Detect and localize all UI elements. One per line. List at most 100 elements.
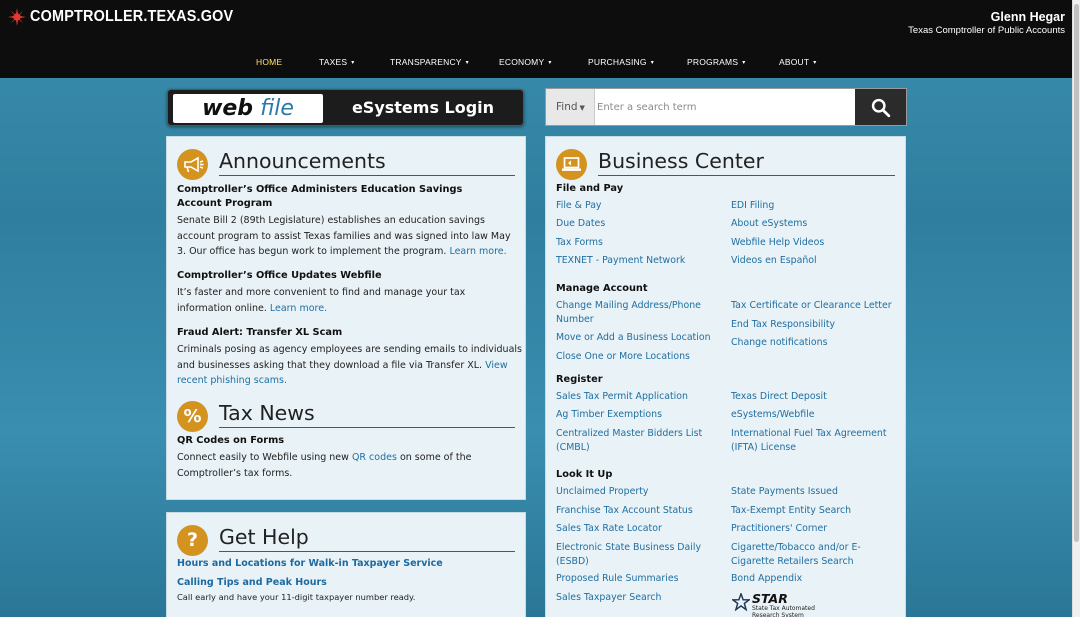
official-name: Glenn Hegar <box>990 10 1065 24</box>
scrollbar-thumb[interactable] <box>1074 4 1079 542</box>
esystems-webfile-link[interactable]: eSystems/Webfile <box>731 408 815 422</box>
search-input[interactable] <box>597 95 847 119</box>
nav-economy[interactable]: ECONOMY ▾ <box>499 57 552 67</box>
close-locations-link[interactable]: Close One or More Locations <box>556 350 690 364</box>
question-icon: ? <box>177 525 208 556</box>
cigarette-retailers-search-link[interactable]: Cigarette/Tobacco and/or E-Cigarette Ret… <box>731 541 881 568</box>
search-icon <box>871 98 891 118</box>
practitioners-corner-link[interactable]: Practitioners' Corner <box>731 522 827 536</box>
sales-taxpayer-search-link[interactable]: Sales Taxpayer Search <box>556 591 661 605</box>
announcements-panel: Announcements Comptroller’s Office Admin… <box>166 136 526 500</box>
star-research-system-link[interactable]: STAR State Tax Automated Research System <box>732 591 842 617</box>
announcements-header: Announcements <box>177 147 515 180</box>
laptop-icon <box>556 149 587 180</box>
sales-tax-permit-link[interactable]: Sales Tax Permit Application <box>556 390 688 404</box>
business-center-title: Business Center <box>598 149 764 173</box>
announcements-title: Announcements <box>219 149 386 173</box>
webfile-help-videos-link[interactable]: Webfile Help Videos <box>731 236 824 250</box>
nav-home[interactable]: HOME <box>256 57 282 67</box>
announcement-heading: Comptroller’s Office Administers Educati… <box>177 184 463 209</box>
texas-direct-deposit-link[interactable]: Texas Direct Deposit <box>731 390 827 404</box>
search-scope-dropdown[interactable]: Find ▼ <box>546 89 595 125</box>
tax-certificate-link[interactable]: Tax Certificate or Clearance Letter <box>731 299 892 313</box>
webfile-esystems-login-button[interactable]: web file eSystems Login <box>167 89 524 126</box>
nav-transparency-label: TRANSPARENCY <box>390 57 462 67</box>
caret-down-icon: ▾ <box>650 60 654 66</box>
title-rule <box>219 427 515 428</box>
caret-down-icon: ▾ <box>465 60 469 66</box>
nav-programs-label: PROGRAMS <box>687 57 739 67</box>
tax-news-body: Connect easily to Webfile using new QR c… <box>177 450 522 481</box>
get-help-panel: ? Get Help Hours and Locations for Walk-… <box>166 512 526 617</box>
caret-down-icon: ▾ <box>351 60 355 66</box>
announcement-heading: Fraud Alert: Transfer XL Scam <box>177 327 343 338</box>
business-center-header: Business Center <box>556 147 895 180</box>
get-help-note: Call early and have your 11-digit taxpay… <box>177 592 416 602</box>
manage-account-heading: Manage Account <box>556 283 648 294</box>
qr-codes-link[interactable]: QR codes <box>352 452 397 463</box>
page-scrollbar[interactable] <box>1072 0 1080 617</box>
state-payments-issued-link[interactable]: State Payments Issued <box>731 485 838 499</box>
tax-news-heading: QR Codes on Forms <box>177 435 285 446</box>
learn-more-link[interactable]: Learn more. <box>270 303 327 314</box>
proposed-rule-summaries-link[interactable]: Proposed Rule Summaries <box>556 572 679 586</box>
search-scope-label: Find <box>556 101 578 113</box>
walk-in-service-link[interactable]: Hours and Locations for Walk-in Taxpayer… <box>177 558 443 569</box>
tax-news-title: Tax News <box>219 401 315 425</box>
nav-programs[interactable]: PROGRAMS ▾ <box>687 57 745 67</box>
bond-appendix-link[interactable]: Bond Appendix <box>731 572 802 586</box>
move-add-location-link[interactable]: Move or Add a Business Location <box>556 331 711 345</box>
nav-purchasing[interactable]: PURCHASING ▾ <box>588 57 654 67</box>
texnet-link[interactable]: TEXNET - Payment Network <box>556 254 685 268</box>
change-notifications-link[interactable]: Change notifications <box>731 336 827 350</box>
cmbl-link[interactable]: Centralized Master Bidders List (CMBL) <box>556 427 716 454</box>
site-search: Find ▼ <box>545 88 907 126</box>
caret-down-icon: ▾ <box>813 60 817 66</box>
site-logo-text: COMPTROLLER.TEXAS.GOV <box>30 8 234 25</box>
webfile-logo-file: file <box>260 96 294 121</box>
percent-icon: % <box>177 401 208 432</box>
nav-about[interactable]: ABOUT ▾ <box>779 57 817 67</box>
announcement-heading: Comptroller’s Office Updates Webfile <box>177 270 382 281</box>
ifta-license-link[interactable]: International Fuel Tax Agreement (IFTA) … <box>731 427 896 454</box>
tax-forms-link[interactable]: Tax Forms <box>556 236 603 250</box>
edi-filing-link[interactable]: EDI Filing <box>731 199 774 213</box>
star-logo-caption: State Tax Automated Research System <box>752 605 815 617</box>
announcement-body: It’s faster and more convenient to find … <box>177 285 517 316</box>
videos-en-espanol-link[interactable]: Videos en Español <box>731 254 817 268</box>
star-logo-name: STAR <box>752 591 788 606</box>
get-help-title: Get Help <box>219 525 309 549</box>
announcement-body: Senate Bill 2 (89th Legislature) establi… <box>177 213 517 260</box>
due-dates-link[interactable]: Due Dates <box>556 217 605 231</box>
change-mailing-address-link[interactable]: Change Mailing Address/Phone Number <box>556 299 716 326</box>
nav-taxes[interactable]: TAXES ▾ <box>319 57 354 67</box>
franchise-tax-status-link[interactable]: Franchise Tax Account Status <box>556 504 693 518</box>
nav-about-label: ABOUT <box>779 57 810 67</box>
caret-down-icon: ▾ <box>742 60 746 66</box>
esbd-link[interactable]: Electronic State Business Daily (ESBD) <box>556 541 716 568</box>
about-esystems-link[interactable]: About eSystems <box>731 217 807 231</box>
nav-transparency[interactable]: TRANSPARENCY ▾ <box>390 57 469 67</box>
search-button[interactable] <box>855 89 906 125</box>
tax-news-header: % Tax News <box>177 399 515 432</box>
calling-tips-link[interactable]: Calling Tips and Peak Hours <box>177 577 327 588</box>
site-logo[interactable]: COMPTROLLER.TEXAS.GOV <box>8 8 249 26</box>
nav-economy-label: ECONOMY <box>499 57 545 67</box>
file-pay-link[interactable]: File & Pay <box>556 199 601 213</box>
nav-home-label: HOME <box>256 57 283 67</box>
unclaimed-property-link[interactable]: Unclaimed Property <box>556 485 648 499</box>
title-rule <box>598 175 895 176</box>
caret-down-icon: ▼ <box>579 104 585 112</box>
webfile-logo-web: web <box>202 96 254 121</box>
texas-star-icon <box>8 8 26 26</box>
site-header: COMPTROLLER.TEXAS.GOV Glenn Hegar Texas … <box>0 0 1072 78</box>
official-title: Texas Comptroller of Public Accounts <box>908 25 1065 36</box>
end-tax-responsibility-link[interactable]: End Tax Responsibility <box>731 318 835 332</box>
sales-tax-rate-locator-link[interactable]: Sales Tax Rate Locator <box>556 522 662 536</box>
ag-timber-link[interactable]: Ag Timber Exemptions <box>556 408 662 422</box>
announcement-body: Criminals posing as agency employees are… <box>177 342 522 389</box>
tax-exempt-entity-search-link[interactable]: Tax-Exempt Entity Search <box>731 504 851 518</box>
title-rule <box>219 175 515 176</box>
learn-more-link[interactable]: Learn more. <box>449 246 506 257</box>
tax-news-text: Connect easily to Webfile using new <box>177 452 349 463</box>
